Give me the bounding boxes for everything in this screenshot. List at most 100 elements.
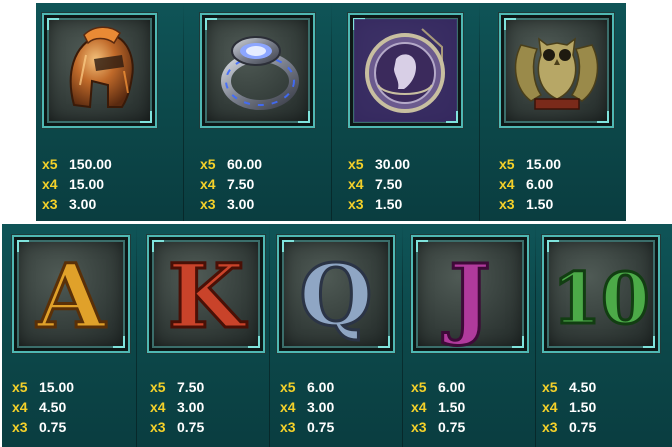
letter-glyph: 10 [552,257,649,340]
payout-amount: 15.00 [526,156,562,172]
helmet-icon [69,26,134,109]
payout-multiplier: x3 [411,419,427,435]
payout-multiplier: x5 [348,156,364,172]
payout-row: x5 6.00 [280,377,334,397]
payout-row: x3 0.75 [280,417,334,437]
payout-amount: 0.75 [307,419,335,435]
letter-glyph: J [442,244,491,348]
payout-multiplier: x3 [200,196,216,212]
payout-amount: 1.50 [375,196,403,212]
payout-amount: 1.50 [569,399,597,415]
payout-multiplier: x3 [499,196,515,212]
symbol-cell-q: Q x5 6.00 x4 3.00 x3 0.75 [270,224,402,447]
coin-icon [354,19,457,122]
payout-amount: 3.00 [69,196,97,212]
payout-multiplier: x4 [411,399,427,415]
symbol-tile: K [147,235,265,353]
payout-row: x3 1.50 [499,194,561,214]
payout-amount: 60.00 [227,156,263,172]
payout-row: x4 3.00 [150,397,204,417]
payout-row: x3 0.75 [12,417,74,437]
payout-amount: 0.75 [177,419,205,435]
payout-row: x5 4.50 [542,377,596,397]
payout-list: x5 4.50 x4 1.50 x3 0.75 [542,377,596,437]
payout-amount: 1.50 [526,196,554,212]
payout-list: x5 7.50 x4 3.00 x3 0.75 [150,377,204,437]
payout-multiplier: x4 [12,399,28,415]
payout-row: x4 1.50 [542,397,596,417]
payout-multiplier: x4 [499,176,515,192]
payout-multiplier: x4 [42,176,58,192]
payout-multiplier: x3 [12,419,28,435]
owl-icon [514,37,599,110]
ring-icon [221,36,299,110]
symbol-tile: 10 [542,235,660,353]
symbol-cell-coin: x5 30.00 x4 7.50 x3 1.50 [332,3,479,221]
payout-row: x4 7.50 [348,174,410,194]
symbol-tile [42,13,157,128]
paytable-top-panel: x5 150.00 x4 15.00 x3 3.00 x5 60.00 x4 7… [36,3,626,221]
symbol-cell-ring: x5 60.00 x4 7.50 x3 3.00 [184,3,331,221]
payout-list: x5 60.00 x4 7.50 x3 3.00 [200,154,262,214]
payout-amount: 4.50 [39,399,67,415]
payout-multiplier: x4 [150,399,166,415]
payout-row: x3 0.75 [150,417,204,437]
payout-row: x3 0.75 [411,417,465,437]
payout-list: x5 30.00 x4 7.50 x3 1.50 [348,154,410,214]
symbol-tile [200,13,315,128]
payout-amount: 6.00 [526,176,554,192]
payout-row: x5 7.50 [150,377,204,397]
payout-multiplier: x4 [542,399,558,415]
symbol-cell-helmet: x5 150.00 x4 15.00 x3 3.00 [36,3,183,221]
payout-row: x5 15.00 [499,154,561,174]
payout-row: x4 6.00 [499,174,561,194]
payout-amount: 3.00 [227,196,255,212]
payout-row: x3 1.50 [348,194,410,214]
payout-row: x4 3.00 [280,397,334,417]
payout-amount: 30.00 [375,156,411,172]
payout-multiplier: x3 [542,419,558,435]
payout-amount: 15.00 [39,379,75,395]
letter-j-icon: J [441,243,493,350]
payout-amount: 7.50 [227,176,255,192]
payout-list: x5 15.00 x4 4.50 x3 0.75 [12,377,74,437]
symbol-tile: J [411,235,529,353]
letter-q-icon: Q [298,245,374,347]
payout-multiplier: x5 [499,156,515,172]
payout-row: x3 0.75 [542,417,596,437]
payout-row: x4 15.00 [42,174,112,194]
symbol-cell-owl: x5 15.00 x4 6.00 x3 1.50 [480,3,626,221]
payout-row: x5 15.00 [12,377,74,397]
payout-multiplier: x4 [348,176,364,192]
payout-amount: 0.75 [39,419,67,435]
payout-amount: 150.00 [69,156,112,172]
payout-row: x5 30.00 [348,154,410,174]
payout-amount: 6.00 [438,379,466,395]
payout-multiplier: x3 [280,419,296,435]
payout-list: x5 150.00 x4 15.00 x3 3.00 [42,154,112,214]
payout-row: x5 60.00 [200,154,262,174]
symbol-tile [348,13,463,128]
payout-amount: 3.00 [177,399,205,415]
payout-row: x3 3.00 [42,194,112,214]
payout-multiplier: x3 [348,196,364,212]
letter-k-icon: K [166,243,249,350]
symbol-cell-j: J x5 6.00 x4 1.50 x3 0.75 [403,224,535,447]
paytable-bottom-panel: A x5 15.00 x4 4.50 x3 0.75 K x5 7.50 x4 3.00 … [2,224,672,447]
payout-multiplier: x4 [200,176,216,192]
payout-amount: 0.75 [569,419,597,435]
payout-amount: 3.00 [307,399,335,415]
payout-list: x5 15.00 x4 6.00 x3 1.50 [499,154,561,214]
payout-multiplier: x5 [200,156,216,172]
payout-row: x4 7.50 [200,174,262,194]
payout-amount: 1.50 [438,399,466,415]
payout-amount: 4.50 [569,379,597,395]
payout-multiplier: x4 [280,399,296,415]
letter-glyph: A [36,244,107,348]
payout-multiplier: x5 [542,379,558,395]
payout-row: x4 1.50 [411,397,465,417]
payout-amount: 15.00 [69,176,105,192]
symbol-cell-10: 10 x5 4.50 x4 1.50 x3 0.75 [536,224,672,447]
payout-row: x5 150.00 [42,154,112,174]
letter-glyph: Q [299,246,372,345]
